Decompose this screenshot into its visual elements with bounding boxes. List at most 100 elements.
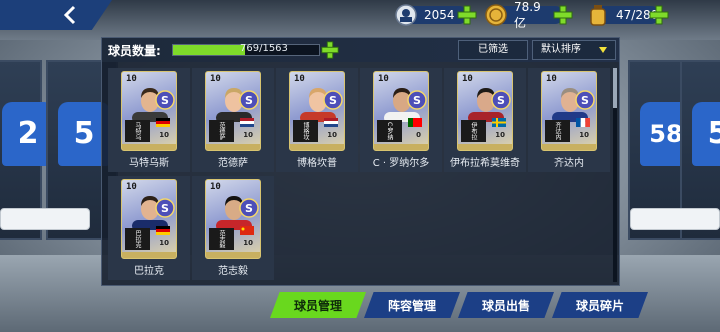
player-card-slot[interactable]: 10 S 范德萨 10 范德萨 <box>192 68 274 172</box>
player-token-icon <box>395 4 417 26</box>
player-name: 伊布拉希莫维奇 <box>450 158 520 169</box>
player-token-count: 2054 <box>424 8 455 22</box>
card-rank-badge-icon: S <box>239 90 259 110</box>
card-footer <box>458 144 512 150</box>
card-footer <box>374 144 428 150</box>
card-nameplate: 范德萨 <box>209 120 234 142</box>
card-level: 0 <box>416 131 421 139</box>
china-flag-icon <box>240 226 254 235</box>
card-footer <box>122 252 176 258</box>
player-name: 马特乌斯 <box>129 158 169 169</box>
card-nameplate: C·罗纳尔多 <box>377 120 402 142</box>
filter-button[interactable]: 已筛选 <box>458 40 528 60</box>
tab-lineup-management[interactable]: 阵容管理 <box>364 292 460 318</box>
energy-bottle-icon <box>590 5 606 26</box>
card-rank-badge-icon: S <box>239 198 259 218</box>
scrollbar[interactable] <box>613 68 617 282</box>
card-rating: 10 <box>546 74 557 84</box>
france-flag-icon <box>576 118 590 127</box>
bench <box>630 208 720 230</box>
tab-player-management[interactable]: 球员管理 <box>270 292 366 318</box>
card-nameplate: 齐达内 <box>545 120 570 142</box>
card-rating: 10 <box>126 182 137 192</box>
card-nameplate: 伊布拉希莫维奇 <box>461 120 486 142</box>
expand-capacity-plus-icon[interactable] <box>320 40 340 60</box>
gold-coin-icon <box>485 4 507 26</box>
player-card[interactable]: 10 S 博格坎普 10 <box>289 71 345 151</box>
player-name: 巴拉克 <box>134 266 164 277</box>
player-card[interactable]: 10 S 范志毅 10 <box>205 179 261 259</box>
card-rank-badge-icon: S <box>155 90 175 110</box>
gold-count: 78.9亿 <box>514 0 541 30</box>
card-level: 10 <box>495 131 505 139</box>
tab-player-fragments[interactable]: 球员碎片 <box>552 292 648 318</box>
add-plus-icon[interactable] <box>456 4 478 26</box>
player-count-value: 769/1563 <box>240 43 288 54</box>
netherlands-flag-icon <box>240 118 254 127</box>
card-rank-badge-icon: S <box>575 90 595 110</box>
player-card-slot[interactable]: 10 S 伊布拉希莫维奇 10 伊布拉希莫维奇 <box>444 68 526 172</box>
svg-text:S: S <box>581 94 589 107</box>
player-count-label: 球员数量: <box>108 44 161 58</box>
card-nameplate: 巴拉克 <box>125 228 150 250</box>
card-nameplate: 博格坎普 <box>293 120 318 142</box>
player-card[interactable]: 10 S 齐达内 10 <box>541 71 597 151</box>
card-rating: 10 <box>126 74 137 84</box>
player-card-slot[interactable]: 10 S 马特乌斯 10 马特乌斯 <box>108 68 190 172</box>
card-rank-badge-icon: S <box>323 90 343 110</box>
card-rating: 10 <box>210 182 221 192</box>
svg-text:S: S <box>161 202 169 215</box>
card-level: 10 <box>243 131 253 139</box>
card-rank-badge-icon: S <box>155 198 175 218</box>
player-name: 范德萨 <box>218 158 248 169</box>
bench <box>0 208 90 230</box>
svg-text:S: S <box>245 94 253 107</box>
player-card[interactable]: 10 S 巴拉克 10 <box>121 179 177 259</box>
player-count-progress-fill <box>173 45 245 55</box>
player-card[interactable]: 10 S 伊布拉希莫维奇 10 <box>457 71 513 151</box>
player-card[interactable]: 10 S 范德萨 10 <box>205 71 261 151</box>
germany-flag-icon <box>156 226 170 235</box>
card-rating: 10 <box>378 74 389 84</box>
tab-player-sale[interactable]: 球员出售 <box>458 292 554 318</box>
scrollbar-thumb[interactable] <box>613 68 617 108</box>
card-level: 10 <box>159 239 169 247</box>
player-name: C · 罗纳尔多 <box>372 158 430 169</box>
card-rating: 10 <box>210 74 221 84</box>
player-card-slot[interactable]: 10 S C·罗纳尔多 0 C · 罗纳尔多 <box>360 68 442 172</box>
portugal-flag-icon <box>408 118 422 127</box>
netherlands-flag-icon <box>324 118 338 127</box>
card-footer <box>206 144 260 150</box>
card-footer <box>122 144 176 150</box>
player-card[interactable]: 10 S 马特乌斯 10 <box>121 71 177 151</box>
sort-dropdown[interactable]: 默认排序 <box>532 40 616 60</box>
player-card-slot[interactable]: 10 S 齐达内 10 齐达内 <box>528 68 610 172</box>
card-level: 10 <box>579 131 589 139</box>
player-card-slot[interactable]: 10 S 巴拉克 10 巴拉克 <box>108 176 190 280</box>
sort-label: 默认排序 <box>541 44 581 55</box>
card-rating: 10 <box>294 74 305 84</box>
player-name: 范志毅 <box>218 266 248 277</box>
card-footer <box>206 252 260 258</box>
svg-text:S: S <box>329 94 337 107</box>
card-nameplate: 范志毅 <box>209 228 234 250</box>
svg-text:S: S <box>161 94 169 107</box>
player-card-slot[interactable]: 10 S 博格坎普 10 博格坎普 <box>276 68 358 172</box>
player-card[interactable]: 10 S C·罗纳尔多 0 <box>373 71 429 151</box>
back-arrow-icon <box>63 5 76 25</box>
card-rank-badge-icon: S <box>491 90 511 110</box>
germany-flag-icon <box>156 118 170 127</box>
card-rank-badge-icon: S <box>407 90 427 110</box>
svg-text:S: S <box>245 202 253 215</box>
card-nameplate: 马特乌斯 <box>125 120 150 142</box>
jersey-decoration: 5 <box>692 102 720 166</box>
add-plus-icon[interactable] <box>648 4 670 26</box>
currency-player-tokens: 2054 <box>395 4 477 26</box>
player-card-slot[interactable]: 10 S 范志毅 10 范志毅 <box>192 176 274 280</box>
svg-text:S: S <box>413 94 421 107</box>
add-plus-icon[interactable] <box>552 4 574 26</box>
card-level: 10 <box>243 239 253 247</box>
currency-gold: 78.9亿 <box>485 0 573 30</box>
chevron-down-icon <box>599 47 607 53</box>
player-name: 齐达内 <box>554 158 584 169</box>
